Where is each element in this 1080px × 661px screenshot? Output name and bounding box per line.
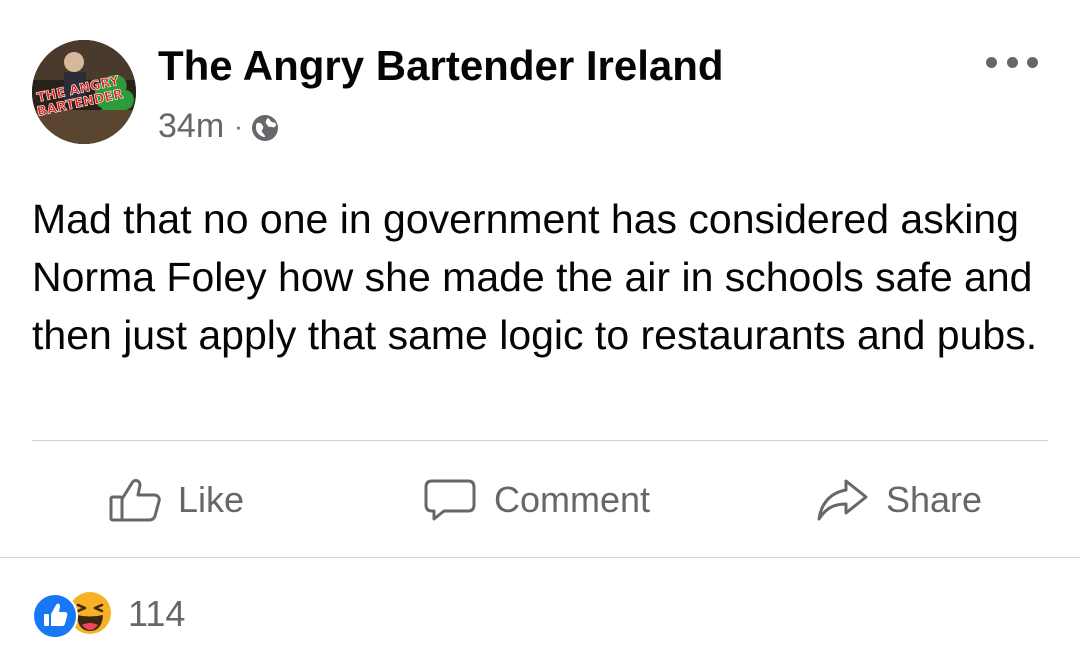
more-options-icon[interactable] <box>986 50 1038 74</box>
comment-bubble-icon <box>424 479 476 521</box>
reactions-summary[interactable]: 114 <box>32 590 186 639</box>
page-avatar[interactable]: THE ANGRY BARTENDER <box>32 40 136 144</box>
comment-button[interactable]: Comment <box>424 477 650 523</box>
reaction-count: 114 <box>128 593 186 634</box>
thumbs-up-icon <box>109 479 161 522</box>
like-reaction-icon <box>32 593 78 639</box>
action-bar: Like Comment Share <box>0 441 1080 557</box>
comment-label: Comment <box>494 479 651 520</box>
more-dot <box>1006 56 1018 68</box>
share-button[interactable]: Share <box>816 477 982 523</box>
like-button[interactable]: Like <box>108 477 244 523</box>
divider <box>0 557 1080 558</box>
facebook-post: THE ANGRY BARTENDER The Angry Bartender … <box>0 0 1080 661</box>
post-meta: 34m · <box>158 104 279 148</box>
avatar-image: THE ANGRY BARTENDER <box>32 40 136 144</box>
more-dot <box>1027 56 1038 68</box>
post-text: Mad that no one in government has consid… <box>32 196 1038 358</box>
like-label: Like <box>178 479 245 520</box>
share-label: Share <box>886 479 983 520</box>
reaction-icons <box>32 591 120 639</box>
meta-separator: · <box>234 110 243 141</box>
post-timestamp[interactable]: 34m <box>158 107 224 146</box>
share-arrow-icon <box>817 479 868 521</box>
author-name[interactable]: The Angry Bartender Ireland <box>158 40 724 92</box>
globe-icon[interactable] <box>251 112 279 141</box>
more-dot <box>986 56 997 68</box>
